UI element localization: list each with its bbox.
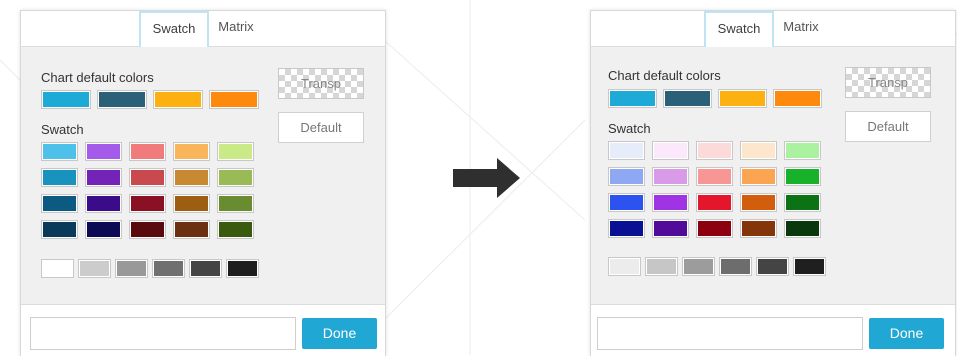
picker-footer: Done bbox=[591, 304, 955, 356]
color-swatch[interactable] bbox=[86, 221, 121, 238]
color-swatch[interactable] bbox=[218, 221, 253, 238]
swatch-label: Swatch bbox=[41, 122, 84, 137]
color-picker-after: Swatch Matrix Chart default colors Trans… bbox=[590, 10, 956, 356]
color-swatch[interactable] bbox=[653, 220, 688, 237]
color-swatch[interactable] bbox=[153, 260, 184, 277]
tab-bar: Swatch Matrix bbox=[21, 11, 385, 47]
color-swatch[interactable] bbox=[757, 258, 788, 275]
color-swatch[interactable] bbox=[130, 143, 165, 160]
color-swatch[interactable] bbox=[218, 169, 253, 186]
color-swatch[interactable] bbox=[130, 195, 165, 212]
color-swatch[interactable] bbox=[609, 90, 656, 107]
color-swatch[interactable] bbox=[42, 221, 77, 238]
color-picker-before: Swatch Matrix Chart default colors Trans… bbox=[20, 10, 386, 356]
color-swatch[interactable] bbox=[98, 91, 146, 108]
color-swatch[interactable] bbox=[697, 142, 732, 159]
color-swatch[interactable] bbox=[42, 169, 77, 186]
color-swatch[interactable] bbox=[174, 169, 209, 186]
color-swatch[interactable] bbox=[697, 168, 732, 185]
color-swatch[interactable] bbox=[653, 168, 688, 185]
tab-swatch[interactable]: Swatch bbox=[704, 11, 774, 47]
color-swatch[interactable] bbox=[154, 91, 202, 108]
color-swatch[interactable] bbox=[174, 221, 209, 238]
color-swatch[interactable] bbox=[794, 258, 825, 275]
color-swatch[interactable] bbox=[130, 169, 165, 186]
color-swatch[interactable] bbox=[609, 168, 644, 185]
tab-swatch[interactable]: Swatch bbox=[139, 11, 209, 47]
color-swatch[interactable] bbox=[218, 195, 253, 212]
transparent-button[interactable]: Transp bbox=[845, 67, 931, 98]
color-swatch[interactable] bbox=[86, 195, 121, 212]
tab-bar: Swatch Matrix bbox=[591, 11, 955, 47]
color-swatch[interactable] bbox=[174, 195, 209, 212]
color-swatch[interactable] bbox=[218, 143, 253, 160]
color-input[interactable] bbox=[597, 317, 863, 350]
color-swatch[interactable] bbox=[785, 194, 820, 211]
color-swatch[interactable] bbox=[86, 143, 121, 160]
color-swatch[interactable] bbox=[785, 168, 820, 185]
color-swatch[interactable] bbox=[86, 169, 121, 186]
color-swatch[interactable] bbox=[609, 194, 644, 211]
done-button[interactable]: Done bbox=[869, 318, 944, 349]
color-swatch[interactable] bbox=[683, 258, 714, 275]
color-swatch[interactable] bbox=[785, 220, 820, 237]
chart-default-colors-label: Chart default colors bbox=[41, 70, 154, 85]
color-swatch[interactable] bbox=[42, 195, 77, 212]
color-swatch[interactable] bbox=[174, 143, 209, 160]
color-swatch[interactable] bbox=[741, 168, 776, 185]
color-swatch[interactable] bbox=[609, 220, 644, 237]
color-swatch[interactable] bbox=[741, 220, 776, 237]
color-swatch[interactable] bbox=[42, 143, 77, 160]
tab-matrix[interactable]: Matrix bbox=[776, 11, 826, 47]
chart-default-colors-label: Chart default colors bbox=[608, 68, 721, 83]
color-swatch[interactable] bbox=[42, 260, 73, 277]
swatch-label: Swatch bbox=[608, 121, 651, 136]
color-swatch[interactable] bbox=[609, 142, 644, 159]
color-swatch[interactable] bbox=[210, 91, 258, 108]
color-swatch[interactable] bbox=[79, 260, 110, 277]
color-swatch[interactable] bbox=[42, 91, 90, 108]
color-swatch[interactable] bbox=[741, 194, 776, 211]
color-swatch[interactable] bbox=[227, 260, 258, 277]
transparent-button[interactable]: Transp bbox=[278, 68, 364, 99]
color-swatch[interactable] bbox=[774, 90, 821, 107]
color-swatch[interactable] bbox=[116, 260, 147, 277]
tab-matrix[interactable]: Matrix bbox=[211, 11, 261, 47]
color-swatch[interactable] bbox=[664, 90, 711, 107]
color-swatch[interactable] bbox=[785, 142, 820, 159]
default-button[interactable]: Default bbox=[278, 112, 364, 143]
color-swatch[interactable] bbox=[719, 90, 766, 107]
color-swatch[interactable] bbox=[720, 258, 751, 275]
color-swatch[interactable] bbox=[653, 142, 688, 159]
color-swatch[interactable] bbox=[697, 194, 732, 211]
picker-footer: Done bbox=[21, 304, 385, 356]
color-swatch[interactable] bbox=[741, 142, 776, 159]
color-swatch[interactable] bbox=[609, 258, 640, 275]
color-swatch[interactable] bbox=[190, 260, 221, 277]
done-button[interactable]: Done bbox=[302, 318, 377, 349]
color-input[interactable] bbox=[30, 317, 296, 350]
color-swatch[interactable] bbox=[130, 221, 165, 238]
default-button[interactable]: Default bbox=[845, 111, 931, 142]
color-swatch[interactable] bbox=[653, 194, 688, 211]
color-swatch[interactable] bbox=[646, 258, 677, 275]
color-swatch[interactable] bbox=[697, 220, 732, 237]
arrow-right-icon bbox=[453, 158, 520, 198]
